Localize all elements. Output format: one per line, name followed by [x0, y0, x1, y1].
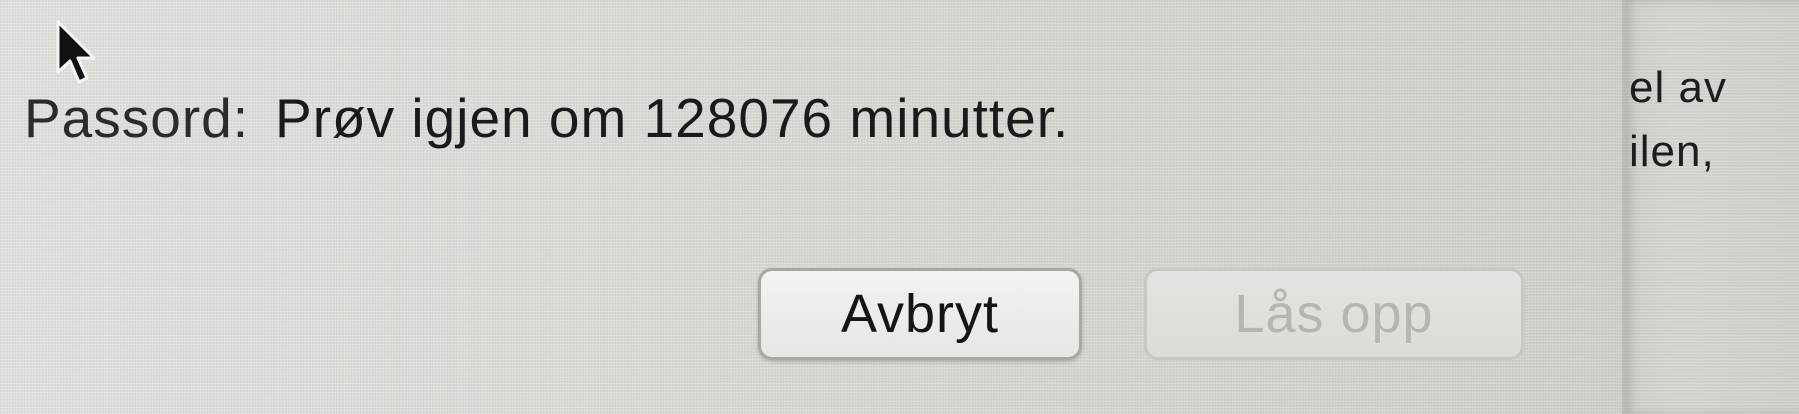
retry-message: Prøv igjen om 128076 minutter.	[275, 87, 1070, 149]
unlock-button-label: Lås opp	[1234, 284, 1434, 344]
background-text-line-1: el av	[1629, 63, 1727, 112]
cancel-button-label: Avbryt	[840, 284, 1000, 344]
unlock-button[interactable]: Lås opp	[1144, 268, 1524, 360]
password-label: Passord:	[24, 87, 250, 149]
screen: Passord: Prøv igjen om 128076 minutter. …	[0, 0, 1799, 414]
unlock-dialog: Passord: Prøv igjen om 128076 minutter. …	[0, 0, 1622, 414]
background-text-line-2: ilen,	[1629, 127, 1715, 176]
background-window-fragment: el av ilen,	[1622, 0, 1799, 414]
lockout-message-row: Passord: Prøv igjen om 128076 minutter.	[24, 86, 1069, 149]
cancel-button[interactable]: Avbryt	[758, 268, 1082, 360]
mouse-pointer-icon	[56, 20, 96, 84]
